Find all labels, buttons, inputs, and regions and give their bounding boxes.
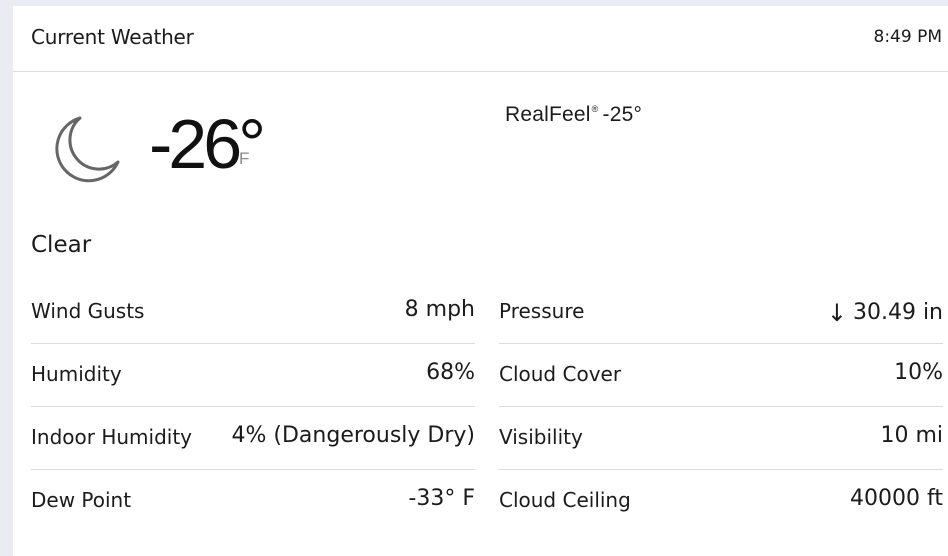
- detail-row-humidity: Humidity 68%: [31, 344, 475, 407]
- detail-row-dew-point: Dew Point -33° F: [31, 470, 475, 532]
- pressure-value: 30.49 in: [852, 300, 943, 325]
- card-header: Current Weather 8:49 PM: [13, 6, 948, 72]
- current-weather-card: Current Weather 8:49 PM -26° F RealFeel®…: [13, 6, 948, 556]
- detail-label: Wind Gusts: [31, 299, 145, 323]
- detail-label: Indoor Humidity: [31, 425, 193, 449]
- detail-row-cloud-ceiling: Cloud Ceiling 40000 ft: [499, 470, 943, 532]
- details-left-column: Wind Gusts 8 mph Humidity 68% Indoor Hum…: [31, 281, 475, 532]
- detail-label: Cloud Ceiling: [499, 488, 631, 512]
- detail-value: 4% (Dangerously Dry): [231, 423, 475, 448]
- detail-label: Dew Point: [31, 488, 132, 512]
- details-right-column: Pressure ↓ 30.49 in Cloud Cover 10% Visib…: [499, 281, 943, 532]
- pressure-falling-arrow-icon: ↓: [826, 299, 847, 327]
- observation-time: 8:49 PM: [873, 27, 943, 47]
- detail-row-cloud-cover: Cloud Cover 10%: [499, 344, 943, 407]
- temperature-value: -26°: [149, 105, 266, 183]
- registered-mark: ®: [591, 104, 599, 114]
- realfeel: RealFeel® -25°: [505, 103, 642, 127]
- detail-value: -33° F: [408, 486, 475, 511]
- moon-icon: [55, 116, 120, 183]
- detail-row-indoor-humidity: Indoor Humidity 4% (Dangerously Dry): [31, 407, 475, 470]
- temperature-unit: F: [239, 149, 250, 168]
- detail-value: 10%: [894, 360, 943, 385]
- detail-row-pressure: Pressure ↓ 30.49 in: [499, 281, 943, 344]
- detail-label: Pressure: [499, 299, 585, 323]
- weather-condition: Clear: [31, 232, 92, 258]
- detail-label: Cloud Cover: [499, 362, 622, 386]
- realfeel-value: -25°: [602, 103, 643, 126]
- detail-row-wind-gusts: Wind Gusts 8 mph: [31, 281, 475, 344]
- detail-value: 8 mph: [404, 297, 475, 322]
- card-title: Current Weather: [31, 25, 194, 49]
- detail-value: 68%: [426, 360, 475, 385]
- detail-label: Visibility: [499, 425, 583, 449]
- detail-row-visibility: Visibility 10 mi: [499, 407, 943, 470]
- detail-label: Humidity: [31, 362, 122, 386]
- detail-value: ↓ 30.49 in: [826, 297, 943, 327]
- detail-value: 10 mi: [880, 423, 943, 448]
- realfeel-label: RealFeel: [505, 103, 591, 126]
- detail-value: 40000 ft: [850, 486, 943, 511]
